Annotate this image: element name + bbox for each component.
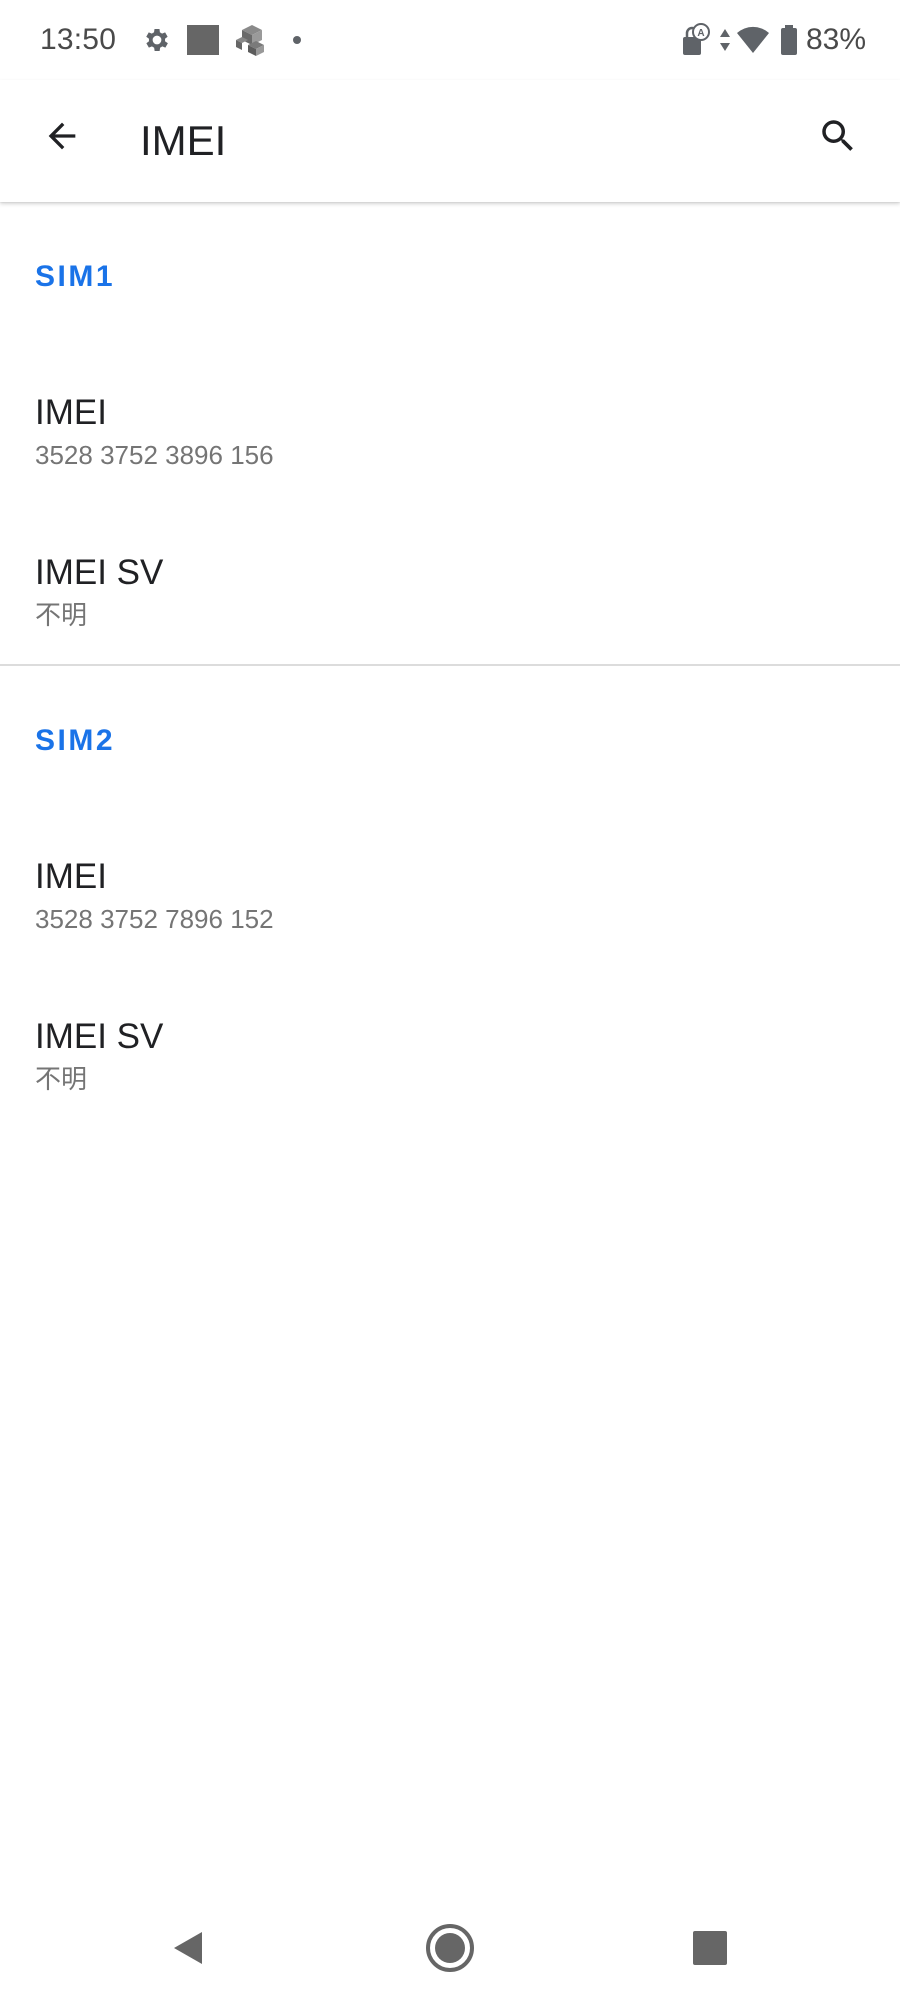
item-summary: 3528 3752 7896 152 xyxy=(35,904,274,934)
nav-home-button[interactable] xyxy=(410,1908,490,1988)
status-left: 13:50 xyxy=(40,23,302,57)
imei-list: SIM1 IMEI 3528 3752 3896 156 IMEI SV 不明 … xyxy=(0,202,900,1136)
list-item-sim2-imei[interactable]: IMEI 3528 3752 7896 152 xyxy=(0,816,900,976)
list-item-sim2-imei-sv[interactable]: IMEI SV 不明 xyxy=(0,976,900,1136)
nav-back-button[interactable] xyxy=(148,1908,228,1988)
nav-home-circle-icon xyxy=(424,1922,476,1974)
item-title: IMEI SV xyxy=(35,1017,164,1056)
arrow-back-icon xyxy=(42,116,82,156)
item-summary: 3528 3752 3896 156 xyxy=(35,440,274,470)
status-right: A 83% xyxy=(680,23,866,57)
nav-back-triangle-icon xyxy=(168,1928,208,1968)
item-summary: 不明 xyxy=(35,600,88,630)
square-app-icon xyxy=(186,24,220,56)
app-bar: IMEI xyxy=(0,80,900,202)
wifi-icon xyxy=(736,26,770,54)
battery-percent: 83% xyxy=(805,23,866,56)
cubes-app-icon xyxy=(234,23,270,57)
navigation-bar xyxy=(0,1896,900,2000)
lock-accessibility-icon: A xyxy=(680,23,710,57)
item-title: IMEI SV xyxy=(35,553,164,592)
battery-icon xyxy=(780,25,798,55)
search-button[interactable] xyxy=(806,104,870,168)
search-icon xyxy=(817,115,859,157)
svg-text:A: A xyxy=(697,28,704,39)
list-item-sim1-imei[interactable]: IMEI 3528 3752 3896 156 xyxy=(0,352,900,512)
section-header-sim2: SIM2 xyxy=(35,724,116,757)
notification-dot-icon xyxy=(292,35,302,45)
nav-recents-square-icon xyxy=(692,1930,728,1966)
settings-gear-icon xyxy=(142,25,172,55)
back-button[interactable] xyxy=(30,104,94,168)
status-time: 13:50 xyxy=(40,23,117,56)
data-arrows-icon xyxy=(718,27,732,53)
status-bar: 13:50 A 83% xyxy=(0,0,900,80)
section-header-sim1: SIM1 xyxy=(35,260,116,293)
item-summary: 不明 xyxy=(35,1064,88,1094)
list-item-sim1-imei-sv[interactable]: IMEI SV 不明 xyxy=(0,512,900,672)
item-title: IMEI xyxy=(35,393,107,432)
page-title: IMEI xyxy=(140,117,227,164)
item-title: IMEI xyxy=(35,857,107,896)
nav-recents-button[interactable] xyxy=(670,1908,750,1988)
